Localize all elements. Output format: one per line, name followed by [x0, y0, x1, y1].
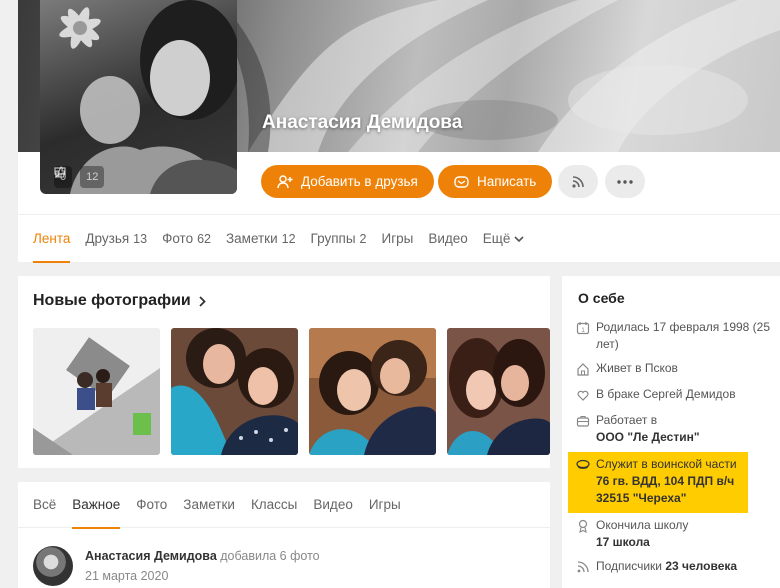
- tab-video-label: Видео: [428, 231, 468, 246]
- home-icon: [577, 363, 589, 376]
- tab-photos-count: 62: [197, 231, 211, 246]
- about-title: О себе: [578, 290, 625, 306]
- feed-tab-likes[interactable]: Классы: [251, 482, 297, 528]
- about-birthday: 1 Родилась 17 февраля 1998 (25 лет): [576, 319, 776, 353]
- photo-thumbnail[interactable]: [33, 328, 160, 455]
- photo-thumbnail[interactable]: [309, 328, 436, 455]
- message-icon: [454, 175, 469, 188]
- avatar-likes-count: 12: [86, 171, 99, 183]
- post-author-avatar[interactable]: [33, 546, 73, 586]
- photo-thumbnail[interactable]: [171, 328, 298, 455]
- about-subscribers-count: 23 человека: [665, 559, 738, 573]
- add-friend-label: Добавить в друзья: [301, 174, 418, 189]
- about-marital: В браке Сергей Демидов: [576, 386, 776, 403]
- tab-friends-count: 13: [133, 231, 148, 246]
- about-subscribers-prefix: Подписчики: [596, 559, 663, 573]
- photo-thumbnail[interactable]: [447, 328, 550, 455]
- tab-groups-label: Группы: [310, 231, 356, 246]
- feed-section: Всё Важное Фото Заметки Классы Видео Игр…: [18, 482, 550, 588]
- write-message-button[interactable]: Написать: [438, 165, 553, 198]
- profile-header: Анастасия Демидова 0 12 Добавить в друзь…: [18, 0, 780, 263]
- more-dots-icon: [617, 179, 633, 184]
- school-icon: [578, 519, 588, 533]
- tab-friends[interactable]: Друзья 13: [85, 215, 147, 263]
- about-subscribers[interactable]: Подписчики 23 человека: [576, 558, 776, 575]
- post-action-text: добавила 6 фото: [220, 549, 320, 563]
- about-work-place[interactable]: ООО "Ле Дестин": [596, 430, 700, 444]
- add-friend-button[interactable]: Добавить в друзья: [261, 165, 434, 198]
- post-header: Анастасия Демидова добавила 6 фото: [85, 549, 320, 563]
- tab-notes-label: Заметки: [226, 231, 278, 246]
- about-location-text: Живет в Псков: [596, 361, 678, 375]
- chevron-right-icon: [199, 295, 206, 307]
- tab-photos[interactable]: Фото 62: [162, 215, 211, 263]
- tab-notes[interactable]: Заметки 12: [226, 215, 296, 263]
- about-military-prefix: Служит в воинской части: [596, 457, 737, 471]
- calendar-icon: 1: [576, 322, 590, 335]
- feed-tab-all[interactable]: Всё: [33, 482, 56, 528]
- tab-games[interactable]: Игры: [381, 215, 413, 263]
- tab-games-label: Игры: [381, 231, 414, 246]
- tab-feed[interactable]: Лента: [33, 215, 71, 263]
- about-section: О себе 1 Родилась 17 февраля 1998 (25 ле…: [562, 276, 780, 588]
- profile-avatar[interactable]: 0 12: [40, 0, 237, 194]
- new-photos-title-text: Новые фотографии: [33, 292, 191, 309]
- about-marital-text[interactable]: В браке Сергей Демидов: [596, 386, 736, 403]
- rss-icon: [577, 561, 589, 573]
- feed-tab-photos[interactable]: Фото: [136, 482, 167, 528]
- post-author-name[interactable]: Анастасия Демидова: [85, 549, 217, 563]
- tab-feed-label: Лента: [33, 231, 71, 246]
- subscribe-button[interactable]: [558, 165, 598, 198]
- briefcase-icon: [576, 415, 590, 427]
- tab-more[interactable]: Ещё: [483, 215, 525, 263]
- feed-tab-games[interactable]: Игры: [369, 482, 401, 528]
- tab-groups[interactable]: Группы 2: [311, 215, 367, 263]
- feed-tabs: Всё Важное Фото Заметки Классы Видео Игр…: [18, 482, 550, 529]
- avatar-stats: 0 12: [54, 166, 105, 188]
- tab-more-label: Ещё: [482, 231, 511, 246]
- feed-tab-important[interactable]: Важное: [72, 482, 121, 529]
- write-message-label: Написать: [477, 174, 537, 189]
- tab-friends-label: Друзья: [85, 231, 130, 246]
- feed-tab-notes[interactable]: Заметки: [183, 482, 235, 528]
- about-military-unit[interactable]: 76 гв. ВДД, 104 ПДП в/ч 32515 "Череха": [596, 474, 734, 505]
- profile-name: Анастасия Демидова: [262, 112, 463, 133]
- like-icon: [55, 166, 66, 178]
- more-actions-button[interactable]: [605, 165, 645, 198]
- hearts-icon: [577, 390, 589, 401]
- about-work: Работает в ООО "Ле Дестин": [576, 412, 776, 446]
- tab-video[interactable]: Видео: [428, 215, 467, 263]
- about-military: Служит в воинской части 76 гв. ВДД, 104 П…: [568, 452, 748, 513]
- avatar-likes[interactable]: 12: [55, 166, 105, 188]
- about-school-name[interactable]: 17 школа: [596, 535, 650, 549]
- tab-groups-count: 2: [359, 231, 367, 246]
- military-cap-icon: [576, 459, 590, 469]
- about-location: Живет в Псков: [576, 360, 776, 377]
- about-work-prefix: Работает в: [596, 413, 658, 427]
- chevron-down-icon: [514, 235, 524, 242]
- tab-photos-label: Фото: [162, 231, 194, 246]
- post-date: 21 марта 2020: [85, 569, 169, 583]
- rss-icon: [572, 175, 584, 188]
- new-photos-title[interactable]: Новые фотографии: [33, 292, 206, 310]
- add-user-icon: [277, 174, 293, 188]
- feed-tab-video[interactable]: Видео: [313, 482, 352, 528]
- tab-notes-count: 12: [281, 231, 296, 246]
- about-school: Окончила школу 17 школа: [576, 517, 776, 551]
- about-school-prefix: Окончила школу: [596, 518, 689, 532]
- new-photos-section: Новые фотографии: [18, 276, 550, 468]
- profile-tabs: Лента Друзья 13 Фото 62 Заметки 12 Группы 2 …: [18, 214, 780, 263]
- about-birthday-text: Родилась 17 февраля 1998 (25 лет): [596, 320, 771, 351]
